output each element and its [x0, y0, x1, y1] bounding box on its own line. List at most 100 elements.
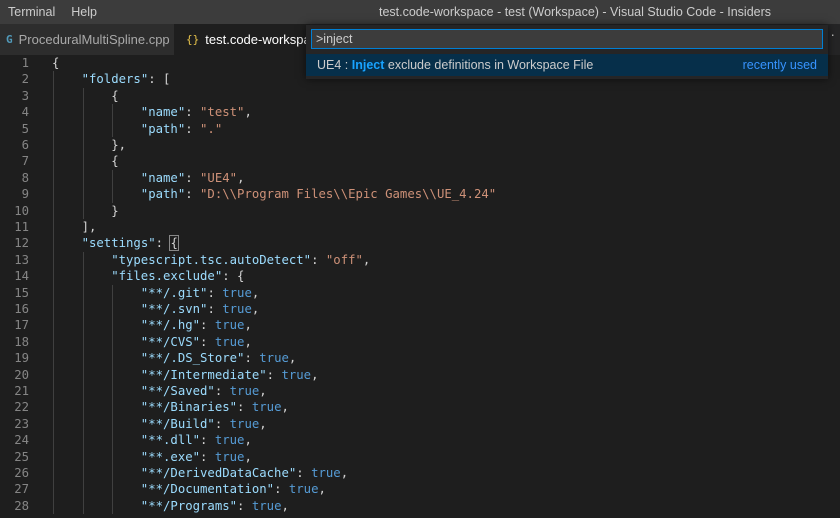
indent-guide — [82, 153, 84, 170]
tab-proceduralmultispline[interactable]: G ProceduralMultiSpline.cpp — [0, 24, 174, 55]
code-text: { — [111, 88, 118, 104]
code-editor[interactable]: 1{2 "folders": [3{4 "name": "test", 5 "path"… — [0, 55, 840, 518]
code-token: "**/Saved" — [140, 384, 215, 398]
indent-guide — [53, 497, 54, 515]
code-line[interactable]: 8 "name": "UE4", — [0, 169, 840, 187]
tab-label: ProceduralMultiSpline.cpp — [18, 32, 170, 47]
indent-guide — [82, 186, 84, 203]
window-title: test.code-workspace - test (Workspace) -… — [378, 5, 772, 19]
indent-guide — [53, 317, 54, 334]
code-token: : — [185, 105, 201, 120]
code-line[interactable]: 22 "**/Binaries": true, — [0, 399, 840, 416]
code-token: "**/CVS" — [140, 334, 201, 349]
line-number: 24 — [14, 433, 29, 448]
line-number: 11 — [14, 220, 29, 234]
code-text: "**/DerivedDataCache": true, — [141, 465, 348, 481]
code-line[interactable]: 14 "files.exclude": { — [0, 268, 840, 285]
line-number: 25 — [14, 449, 29, 464]
code-line[interactable]: 20 "**/Intermediate": true, — [0, 366, 840, 383]
code-token: true — [222, 302, 252, 316]
code-line[interactable]: 21 "**/Saved": true, — [0, 383, 840, 400]
indent-guide — [112, 284, 114, 301]
indent-guide — [82, 137, 84, 154]
code-line[interactable]: 12 "settings": { — [0, 235, 840, 252]
indent-guide — [82, 251, 84, 269]
code-line[interactable]: 24 "**.dll": true, — [0, 432, 840, 449]
code-line[interactable]: 13 "typescript.tsc.autoDetect": "off", — [0, 251, 840, 269]
code-token: true — [251, 400, 282, 415]
code-token: "**/Programs" — [140, 498, 238, 513]
code-token: "**/.git" — [140, 285, 208, 300]
code-line[interactable]: 18 "**/CVS": true, — [0, 333, 840, 351]
indent-guide — [112, 120, 114, 137]
code-line[interactable]: 15 "**/.git": true, — [0, 284, 840, 301]
code-token: , — [340, 466, 349, 480]
code-token: , — [311, 367, 319, 382]
code-token: true — [281, 367, 312, 382]
code-line[interactable]: 23 "**/Build": true, — [0, 415, 840, 433]
tab-test-code-workspace[interactable]: {} test.code-workspace — [174, 24, 310, 55]
command-palette-result[interactable]: UE4 : Inject exclude definitions in Work… — [306, 54, 828, 76]
indent-guide — [82, 120, 84, 137]
indent-guide — [112, 333, 114, 351]
indent-guide — [82, 481, 84, 498]
code-token: "**/Binaries" — [140, 400, 238, 415]
menu-help[interactable]: Help — [63, 0, 105, 24]
code-line[interactable]: 7{ — [0, 153, 840, 170]
line-number: 22 — [14, 400, 29, 415]
code-token: "path" — [140, 187, 186, 202]
editor-scrollbar[interactable] — [826, 55, 840, 518]
result-prefix: UE4 : — [317, 58, 352, 72]
code-text: "**/Build": true, — [141, 416, 267, 432]
indent-guide — [82, 104, 84, 121]
code-token: "**/.hg" — [140, 318, 201, 333]
code-line[interactable]: 17 "**/.hg": true, — [0, 317, 840, 334]
indent-guide — [112, 186, 114, 203]
code-text: }, — [111, 137, 126, 153]
indent-guide — [112, 169, 114, 187]
code-token: : — [200, 449, 215, 464]
code-token: : — [266, 367, 282, 382]
result-rest: exclude definitions in Workspace File — [384, 58, 594, 72]
code-line[interactable]: 3{ — [0, 87, 840, 105]
code-token: : { — [222, 269, 245, 284]
code-line[interactable]: 10} — [0, 202, 840, 219]
code-line[interactable]: 27 "**/Documentation": true, — [0, 481, 840, 498]
menu-terminal[interactable]: Terminal — [0, 0, 63, 24]
code-line[interactable]: 16 "**/.svn": true, — [0, 301, 840, 318]
code-line[interactable]: 5 "path": "." — [0, 120, 840, 137]
code-token: , — [259, 384, 267, 398]
indent-guide — [53, 481, 54, 498]
code-line[interactable]: 9 "path": "D:\\Program Files\\Epic Games\… — [0, 186, 840, 203]
code-line[interactable]: 26 "**/DerivedDataCache": true, — [0, 465, 840, 482]
code-token: { — [169, 235, 179, 252]
code-line[interactable]: 6}, — [0, 137, 840, 154]
code-token: , — [259, 416, 267, 431]
command-palette-input[interactable] — [311, 29, 823, 49]
indent-guide — [53, 366, 54, 383]
line-number: 27 — [14, 482, 29, 497]
code-token: ], — [81, 220, 97, 234]
code-token: , — [281, 498, 289, 513]
indent-guide — [53, 104, 54, 121]
line-number: 6 — [21, 138, 29, 152]
code-text: "files.exclude": { — [111, 268, 244, 284]
code-line[interactable]: 4 "name": "test", — [0, 104, 840, 121]
code-token: , — [237, 170, 245, 185]
code-line[interactable]: 11], — [0, 219, 840, 236]
indent-guide — [53, 301, 54, 318]
code-token: : — [214, 384, 230, 398]
code-line[interactable]: 28 "**/Programs": true, — [0, 497, 840, 515]
code-token: , — [281, 400, 289, 415]
code-token: : — [155, 236, 171, 251]
code-token: "D:\\Program Files\\Epic Games\\UE_4.24" — [200, 187, 497, 202]
code-text: } — [111, 203, 118, 219]
indent-guide — [112, 383, 114, 400]
line-number: 7 — [21, 154, 29, 169]
code-line[interactable]: 25 "**.exe": true, — [0, 448, 840, 465]
code-token: , — [244, 318, 252, 333]
line-number: 19 — [14, 351, 29, 366]
code-token: true — [214, 334, 245, 349]
code-text: "**/Intermediate": true, — [141, 367, 319, 383]
code-line[interactable]: 19 "**/.DS_Store": true, — [0, 350, 840, 367]
